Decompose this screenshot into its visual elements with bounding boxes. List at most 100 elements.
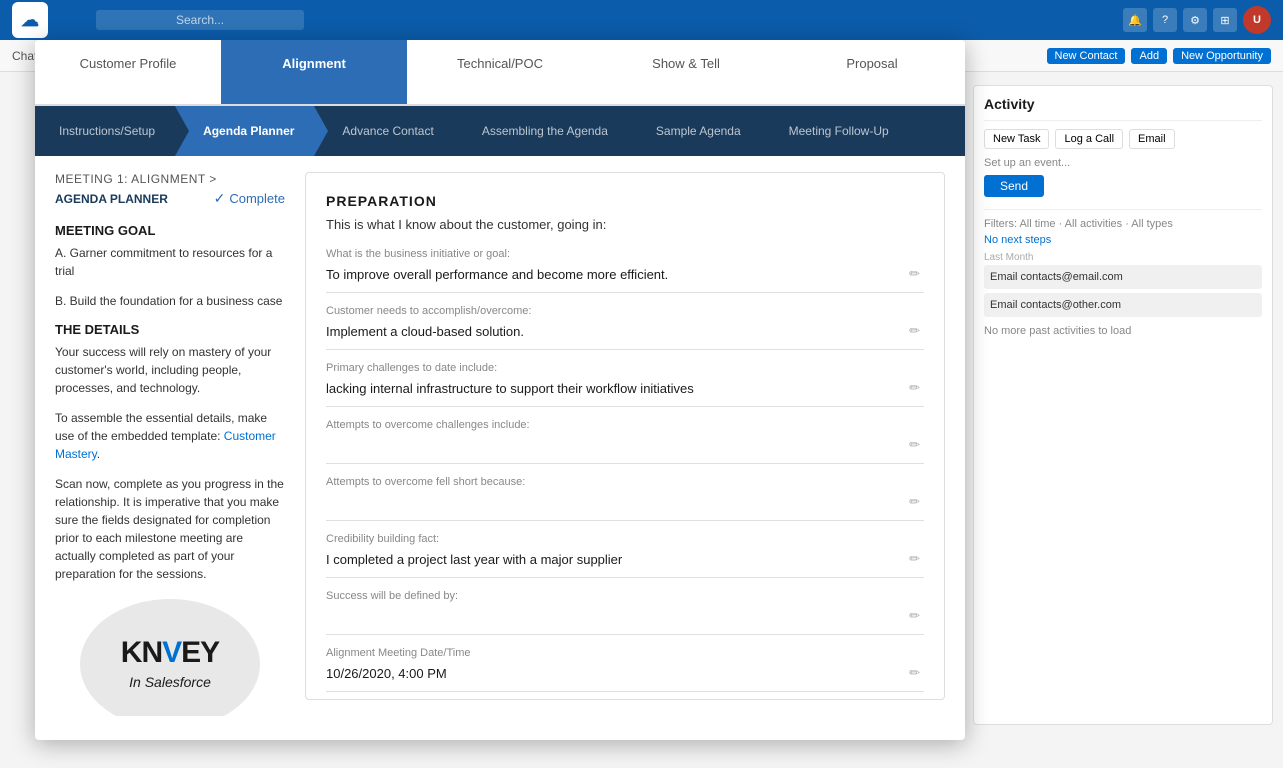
field-value-7 [326, 608, 905, 624]
tab-customer-profile[interactable]: Customer Profile [35, 40, 221, 104]
goal-item-a: A. Garner commitment to resources for a … [55, 244, 285, 280]
field-value-3: lacking internal infrastructure to suppo… [326, 381, 905, 396]
field-label-4: Attempts to overcome challenges include: [326, 419, 924, 431]
field-value-row-4: ✏ [326, 435, 924, 455]
crm-search[interactable]: Search... [96, 10, 304, 30]
meeting-header-row: MEETING 1: ALIGNMENT > AGENDA PLANNER ✓ … [55, 172, 285, 207]
crm-header: ☁ Search... 🔔 ? ⚙ ⊞ U [0, 0, 1283, 40]
meeting-header-text: MEETING 1: ALIGNMENT > [55, 172, 217, 186]
edit-icon-4[interactable]: ✏ [905, 435, 924, 455]
field-attempts-fell-short: Attempts to overcome fell short because:… [326, 476, 924, 521]
field-value-row-3: lacking internal infrastructure to suppo… [326, 378, 924, 398]
goal-item-b: B. Build the foundation for a business c… [55, 292, 285, 310]
field-value-row-2: Implement a cloud-based solution. ✏ [326, 321, 924, 341]
no-activities-label: No more past activities to load [984, 325, 1262, 337]
field-label-6: Credibility building fact: [326, 533, 924, 545]
edit-icon-3[interactable]: ✏ [905, 378, 924, 398]
field-value-5 [326, 494, 905, 510]
left-panel: MEETING 1: ALIGNMENT > AGENDA PLANNER ✓ … [55, 172, 285, 700]
breadcrumb-advance-contact[interactable]: Advance Contact [314, 106, 453, 156]
details-p1: Your success will rely on mastery of you… [55, 343, 285, 397]
tab-proposal[interactable]: Proposal [779, 40, 965, 104]
breadcrumb-assembling-agenda[interactable]: Assembling the Agenda [454, 106, 628, 156]
details-p2: To assemble the essential details, make … [55, 409, 285, 463]
details-title: THE DETAILS [55, 322, 285, 337]
tab-show-tell[interactable]: Show & Tell [593, 40, 779, 104]
field-label-2: Customer needs to accomplish/overcome: [326, 305, 924, 317]
new-contact-button[interactable]: New Contact [1047, 48, 1126, 64]
prep-title: PREPARATION [326, 193, 924, 209]
tab-technical-poc[interactable]: Technical/POC [407, 40, 593, 104]
send-button[interactable]: Send [984, 175, 1044, 197]
tab-alignment[interactable]: Alignment [221, 40, 407, 104]
field-value-4 [326, 437, 905, 453]
field-label-3: Primary challenges to date include: [326, 362, 924, 374]
field-attempts-overcome: Attempts to overcome challenges include:… [326, 419, 924, 464]
add-button[interactable]: Add [1131, 48, 1167, 64]
field-label-7: Success will be defined by: [326, 590, 924, 602]
preparation-panel: PREPARATION This is what I know about th… [305, 172, 945, 700]
prep-subtitle: This is what I know about the customer, … [326, 217, 924, 232]
activity-item-1[interactable]: Email contacts@email.com [984, 265, 1262, 289]
edit-icon-8[interactable]: ✏ [905, 663, 924, 683]
field-value-row-7: ✏ [326, 606, 924, 626]
edit-icon-1[interactable]: ✏ [905, 264, 924, 284]
field-credibility: Credibility building fact: I completed a… [326, 533, 924, 578]
field-value-row-8: 10/26/2020, 4:00 PM ✏ [326, 663, 924, 683]
log-call-button[interactable]: Log a Call [1055, 129, 1123, 149]
filters-label: Filters: All time · All activities · All… [984, 218, 1262, 230]
field-value-6: I completed a project last year with a m… [326, 552, 905, 567]
field-customer-needs: Customer needs to accomplish/overcome: I… [326, 305, 924, 350]
scan-text: Scan now, complete as you progress in th… [55, 475, 285, 583]
setup-icon[interactable]: ⚙ [1183, 8, 1207, 32]
field-value-row-6: I completed a project last year with a m… [326, 549, 924, 569]
help-icon[interactable]: ? [1153, 8, 1177, 32]
complete-label: Complete [229, 191, 285, 206]
goal-title: MEETING GOAL [55, 223, 285, 238]
field-value-row-5: ✏ [326, 492, 924, 512]
edit-icon-5[interactable]: ✏ [905, 492, 924, 512]
check-icon: ✓ [214, 190, 226, 207]
meeting-title-text: AGENDA PLANNER [55, 192, 168, 206]
field-value-8: 10/26/2020, 4:00 PM [326, 666, 905, 681]
breadcrumb-meeting-follow-up[interactable]: Meeting Follow-Up [761, 106, 909, 156]
knvey-v: V [162, 636, 181, 669]
breadcrumb-agenda-planner[interactable]: Agenda Planner [175, 106, 314, 156]
edit-icon-6[interactable]: ✏ [905, 549, 924, 569]
field-value-row-1: To improve overall performance and becom… [326, 264, 924, 284]
breadcrumb-nav: Instructions/Setup Agenda Planner Advanc… [35, 106, 965, 156]
field-success-defined: Success will be defined by: ✏ [326, 590, 924, 635]
edit-icon-2[interactable]: ✏ [905, 321, 924, 341]
next-steps-label: No next steps [984, 234, 1262, 246]
field-value-2: Implement a cloud-based solution. [326, 324, 905, 339]
breadcrumb-sample-agenda[interactable]: Sample Agenda [628, 106, 761, 156]
new-task-button[interactable]: New Task [984, 129, 1049, 149]
field-value-1: To improve overall performance and becom… [326, 267, 905, 282]
field-meeting-datetime: Alignment Meeting Date/Time 10/26/2020, … [326, 647, 924, 692]
activity-item-2[interactable]: Email contacts@other.com [984, 293, 1262, 317]
top-tabs: Customer Profile Alignment Technical/POC… [35, 40, 965, 106]
email-button[interactable]: Email [1129, 129, 1175, 149]
user-avatar[interactable]: U [1243, 6, 1271, 34]
complete-button[interactable]: ✓ Complete [214, 190, 285, 207]
activity-title: Activity [984, 96, 1262, 121]
activity-panel: Activity New Task Log a Call Email Set u… [973, 85, 1273, 725]
knvey-logo: KNVEY [121, 638, 219, 668]
logo-circle: KNVEY In Salesforce [80, 599, 260, 716]
set-up-event-label: Set up an event... [984, 157, 1262, 169]
edit-icon-7[interactable]: ✏ [905, 606, 924, 626]
field-primary-challenges: Primary challenges to date include: lack… [326, 362, 924, 407]
notification-icon[interactable]: 🔔 [1123, 8, 1147, 32]
breadcrumb-instructions[interactable]: Instructions/Setup [43, 106, 175, 156]
crm-logo: ☁ [12, 2, 48, 38]
knvey-sub: In Salesforce [129, 674, 211, 690]
apps-icon[interactable]: ⊞ [1213, 8, 1237, 32]
customer-mastery-link[interactable]: Customer Mastery [55, 429, 276, 461]
field-label-5: Attempts to overcome fell short because: [326, 476, 924, 488]
field-label-1: What is the business initiative or goal: [326, 248, 924, 260]
main-content: MEETING 1: ALIGNMENT > AGENDA PLANNER ✓ … [35, 156, 965, 716]
field-business-initiative: What is the business initiative or goal:… [326, 248, 924, 293]
modal: Customer Profile Alignment Technical/POC… [35, 40, 965, 740]
logo-area: KNVEY In Salesforce [55, 599, 285, 716]
new-opportunity-button[interactable]: New Opportunity [1173, 48, 1271, 64]
